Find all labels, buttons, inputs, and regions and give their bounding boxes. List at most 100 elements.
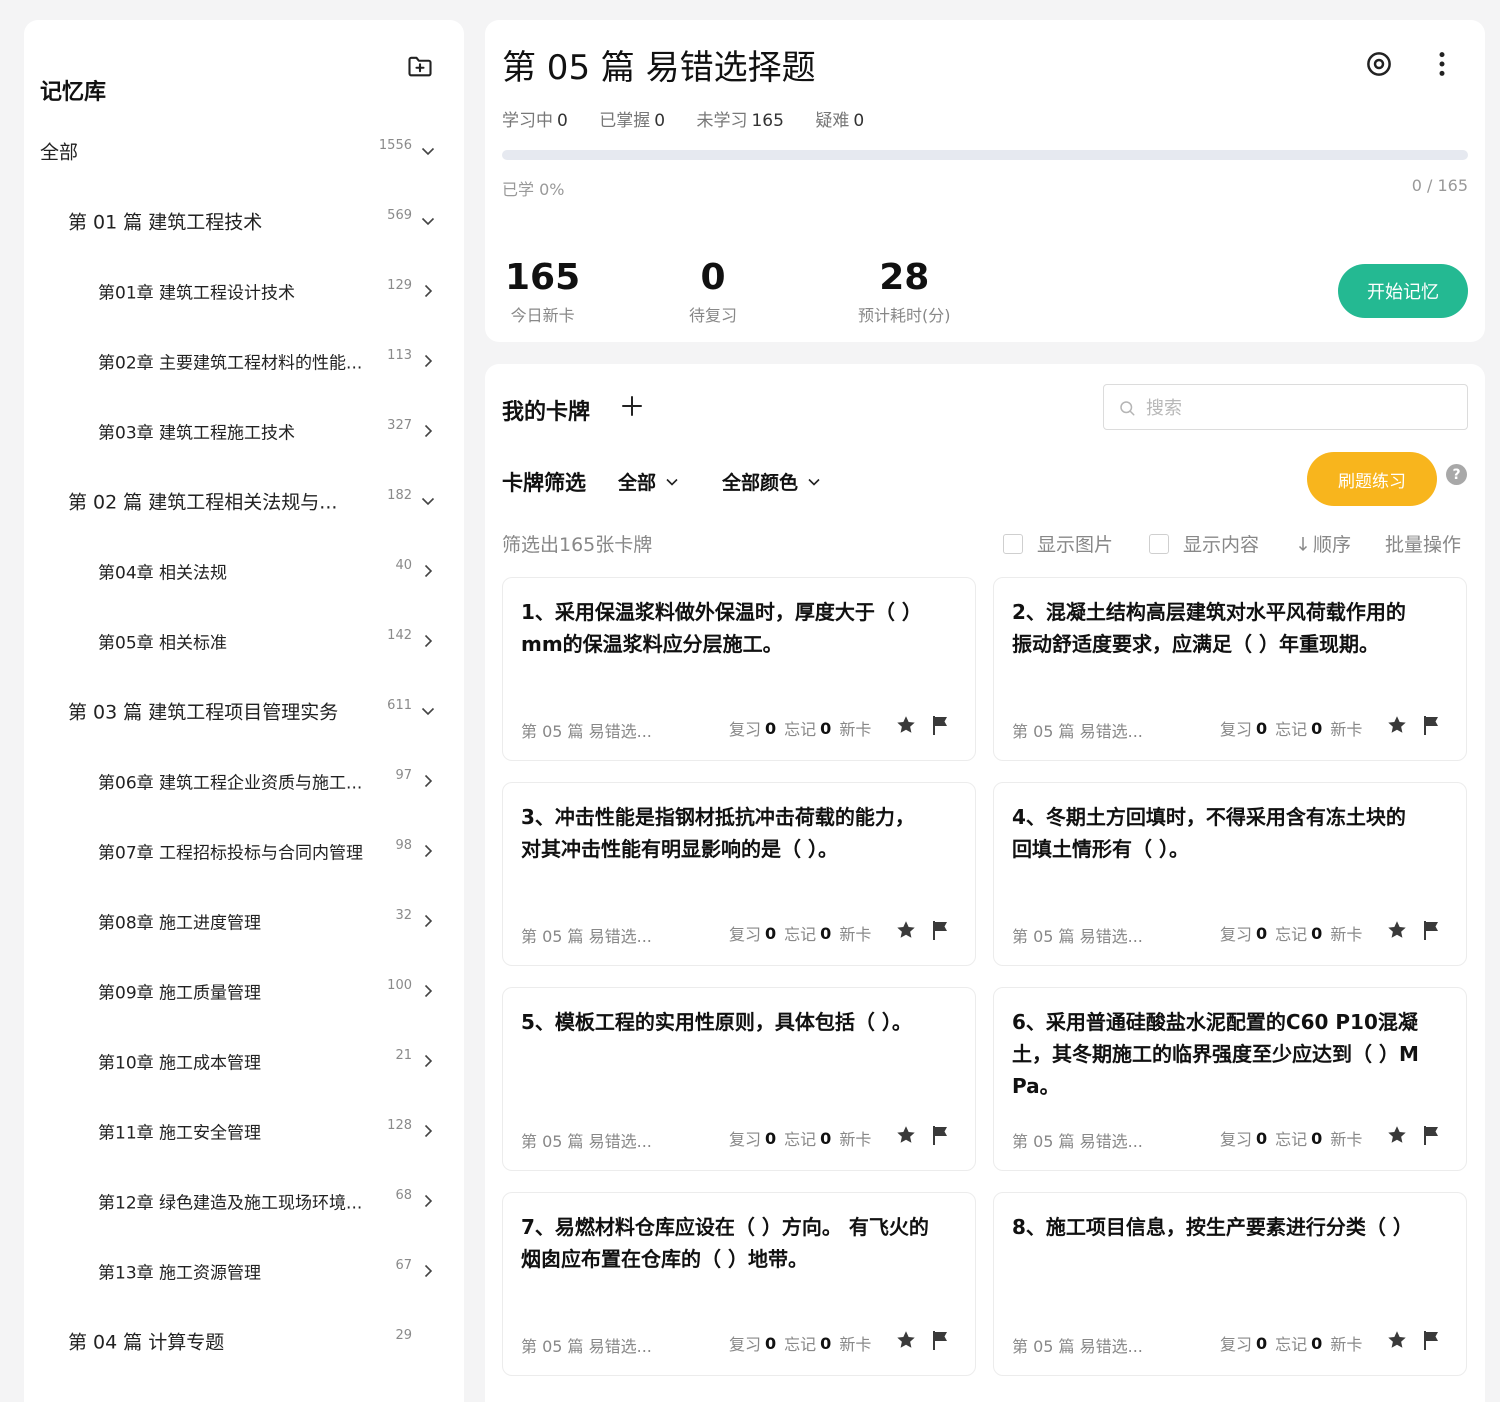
forget-label: 忘记 xyxy=(784,1130,817,1149)
star-icon[interactable] xyxy=(895,1329,917,1351)
sidebar-item-14[interactable]: 第11章 施工安全管理 128 xyxy=(24,1096,464,1166)
sidebar-item-0[interactable]: 全部 1556 xyxy=(24,116,464,186)
star-icon[interactable] xyxy=(1386,1329,1408,1351)
chevron-right-icon[interactable] xyxy=(420,1193,436,1209)
search-input[interactable] xyxy=(1146,393,1446,423)
sidebar-item-15[interactable]: 第12章 绿色建造及施工现场环境... 68 xyxy=(24,1166,464,1236)
sidebar-item-12[interactable]: 第09章 施工质量管理 100 xyxy=(24,956,464,1026)
star-icon[interactable] xyxy=(1386,1124,1408,1146)
more-vertical-icon[interactable] xyxy=(1427,49,1457,79)
chevron-down-icon[interactable] xyxy=(420,703,436,719)
chevron-right-icon[interactable] xyxy=(420,913,436,929)
show-content-checkbox[interactable] xyxy=(1149,533,1169,554)
practice-button[interactable]: 刷题练习 xyxy=(1307,452,1437,506)
plus-icon[interactable] xyxy=(620,394,644,418)
chevron-right-icon[interactable] xyxy=(420,1263,436,1279)
star-icon[interactable] xyxy=(895,919,917,941)
batch-operation[interactable]: 批量操作 xyxy=(1385,530,1461,557)
show-image-toggle[interactable]: 显示图片 xyxy=(1003,530,1113,557)
question-card[interactable]: 1、采用保温浆料做外保温时，厚度大于（ ）mm的保温浆料应分层施工。第 05 篇… xyxy=(502,577,976,761)
sidebar-item-7[interactable]: 第05章 相关标准 142 xyxy=(24,606,464,676)
forget-label: 忘记 xyxy=(784,720,817,739)
sidebar-item-count: 1556 xyxy=(378,138,412,153)
flag-icon[interactable] xyxy=(1422,1329,1442,1351)
chevron-right-icon[interactable] xyxy=(420,283,436,299)
review-label: 复习 xyxy=(729,925,762,944)
sidebar-item-4[interactable]: 第03章 建筑工程施工技术 327 xyxy=(24,396,464,466)
sidebar-item-3[interactable]: 第02章 主要建筑工程材料的性能... 113 xyxy=(24,326,464,396)
star-icon[interactable] xyxy=(895,714,917,736)
sidebar-item-1[interactable]: 第 01 篇 建筑工程技术 569 xyxy=(24,186,464,256)
card-status: 新卡 xyxy=(1330,1130,1363,1149)
sort-order-toggle[interactable]: 顺序 xyxy=(1297,530,1351,557)
sidebar-item-count: 21 xyxy=(395,1048,412,1063)
show-content-toggle[interactable]: 显示内容 xyxy=(1149,530,1259,557)
card-deck-name: 第 05 篇 易错选... xyxy=(521,1337,652,1356)
sidebar-item-9[interactable]: 第06章 建筑工程企业资质与施工... 97 xyxy=(24,746,464,816)
sidebar-item-11[interactable]: 第08章 施工进度管理 32 xyxy=(24,886,464,956)
chevron-right-icon[interactable] xyxy=(420,1123,436,1139)
chevron-right-icon[interactable] xyxy=(420,1053,436,1069)
card-filter-label: 卡牌筛选 xyxy=(502,471,586,495)
chevron-down-icon[interactable] xyxy=(420,493,436,509)
show-image-checkbox[interactable] xyxy=(1003,533,1023,554)
help-icon[interactable]: ? xyxy=(1446,464,1467,485)
chevron-right-icon[interactable] xyxy=(420,983,436,999)
card-deck-name: 第 05 篇 易错选... xyxy=(1012,1337,1143,1356)
question-card[interactable]: 2、混凝土结构高层建筑对水平风荷载作用的振动舒适度要求，应满足（ ）年重现期。第… xyxy=(993,577,1467,761)
sidebar-item-10[interactable]: 第07章 工程招标投标与合同内管理 98 xyxy=(24,816,464,886)
chevron-down-icon xyxy=(808,478,820,486)
review-label: 复习 xyxy=(1220,1130,1253,1149)
review-label: 复习 xyxy=(729,720,762,739)
sidebar-item-17[interactable]: 第 04 篇 计算专题 29 xyxy=(24,1306,464,1376)
sidebar-item-6[interactable]: 第04章 相关法规 40 xyxy=(24,536,464,606)
question-text: 4、冬期土方回填时，不得采用含有冻土块的回填土情形有（ ）。 xyxy=(1012,805,1406,861)
card-status: 新卡 xyxy=(839,1335,872,1354)
question-card[interactable]: 3、冲击性能是指钢材抵抗冲击荷载的能力，对其冲击性能有明显影响的是（ ）。第 0… xyxy=(502,782,976,966)
review-label: 复习 xyxy=(1220,1335,1253,1354)
start-memorize-button[interactable]: 开始记忆 xyxy=(1338,264,1468,318)
flag-icon[interactable] xyxy=(1422,919,1442,941)
card-meta: 复习 0 忘记 0 新卡 xyxy=(1220,716,1362,740)
chevron-right-icon[interactable] xyxy=(420,353,436,369)
flag-icon[interactable] xyxy=(1422,714,1442,736)
chevron-right-icon[interactable] xyxy=(420,843,436,859)
sidebar-item-count: 29 xyxy=(395,1328,412,1343)
flag-icon[interactable] xyxy=(931,714,951,736)
my-cards-title: 我的卡牌 xyxy=(502,400,591,425)
sidebar-item-2[interactable]: 第01章 建筑工程设计技术 129 xyxy=(24,256,464,326)
progress-bar xyxy=(502,150,1468,160)
question-card[interactable]: 7、易燃材料仓库应设在（ ）方向。 有飞火的烟囱应布置在仓库的（ ）地带。第 0… xyxy=(502,1192,976,1376)
chevron-down-icon[interactable] xyxy=(420,143,436,159)
flag-icon[interactable] xyxy=(1422,1124,1442,1146)
sidebar-item-label: 第08章 施工进度管理 xyxy=(98,913,262,934)
flag-icon[interactable] xyxy=(931,919,951,941)
star-icon[interactable] xyxy=(1386,919,1408,941)
flag-icon[interactable] xyxy=(931,1124,951,1146)
sidebar-item-8[interactable]: 第 03 篇 建筑工程项目管理实务 611 xyxy=(24,676,464,746)
card-meta: 复习 0 忘记 0 新卡 xyxy=(729,1126,871,1150)
chevron-right-icon[interactable] xyxy=(420,633,436,649)
question-text: 2、混凝土结构高层建筑对水平风荷载作用的振动舒适度要求，应满足（ ）年重现期。 xyxy=(1012,600,1406,656)
sidebar: 记忆库 全部 1556 第 01 篇 建筑工程技术 569 第01章 建筑工程设计技术 1… xyxy=(24,20,464,1402)
chevron-right-icon[interactable] xyxy=(420,423,436,439)
chevron-right-icon[interactable] xyxy=(420,563,436,579)
star-icon[interactable] xyxy=(1386,714,1408,736)
question-card[interactable]: 6、采用普通硅酸盐水泥配置的C60 P10混凝土，其冬期施工的临界强度至少应达到… xyxy=(993,987,1467,1171)
add-folder-icon[interactable] xyxy=(406,52,434,80)
filter-all-dropdown[interactable]: 全部 xyxy=(618,468,680,495)
question-card[interactable]: 8、施工项目信息，按生产要素进行分类（ ）第 05 篇 易错选... 复习 0 忘记 0… xyxy=(993,1192,1467,1376)
target-icon[interactable] xyxy=(1364,49,1394,79)
chevron-right-icon[interactable] xyxy=(420,773,436,789)
chevron-down-icon[interactable] xyxy=(420,213,436,229)
sidebar-item-13[interactable]: 第10章 施工成本管理 21 xyxy=(24,1026,464,1096)
question-card[interactable]: 4、冬期土方回填时，不得采用含有冻土块的回填土情形有（ ）。第 05 篇 易错选… xyxy=(993,782,1467,966)
sidebar-item-label: 第11章 施工安全管理 xyxy=(98,1123,262,1144)
filter-color-dropdown[interactable]: 全部颜色 xyxy=(722,468,822,495)
sidebar-item-16[interactable]: 第13章 施工资源管理 67 xyxy=(24,1236,464,1306)
card-meta: 复习 0 忘记 0 新卡 xyxy=(729,1331,871,1355)
flag-icon[interactable] xyxy=(931,1329,951,1351)
sidebar-item-5[interactable]: 第 02 篇 建筑工程相关法规与... 182 xyxy=(24,466,464,536)
question-card[interactable]: 5、模板工程的实用性原则，具体包括（ ）。第 05 篇 易错选... 复习 0 忘记 0… xyxy=(502,987,976,1171)
star-icon[interactable] xyxy=(895,1124,917,1146)
